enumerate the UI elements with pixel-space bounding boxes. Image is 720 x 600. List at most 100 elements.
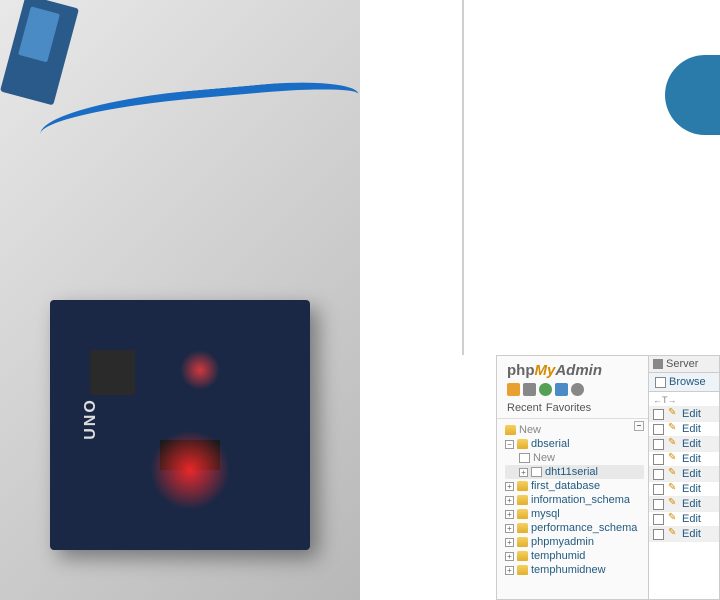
new-table-label: New [533, 452, 555, 464]
pma-main-panel: Server Browse ←T→ Edit Edit Edit Edit Edit Ed… [649, 356, 719, 599]
pencil-icon [668, 484, 678, 494]
pencil-icon [668, 499, 678, 509]
tree-expand-icon[interactable]: + [505, 566, 514, 575]
tree-collapse-icon[interactable]: − [505, 440, 514, 449]
tree-expand-icon[interactable]: + [505, 510, 514, 519]
table-row: Edit [649, 452, 719, 467]
edit-link[interactable]: Edit [682, 528, 701, 540]
board-label: UNO [82, 398, 100, 440]
table-row: Edit [649, 437, 719, 452]
tree-expand-icon[interactable]: + [505, 496, 514, 505]
tree-db-information_schema[interactable]: + information_schema [505, 493, 644, 507]
edit-link[interactable]: Edit [682, 423, 701, 435]
microcontroller-chip [90, 350, 135, 395]
help-icon[interactable] [539, 383, 552, 396]
pencil-icon [668, 439, 678, 449]
reload-icon[interactable] [571, 383, 584, 396]
logo-php: php [507, 362, 535, 379]
pencil-icon [668, 454, 678, 464]
docs-icon[interactable] [555, 383, 568, 396]
row-checkbox[interactable] [653, 469, 664, 480]
tree-new-db[interactable]: New [505, 423, 644, 437]
table-icon [531, 467, 542, 477]
new-db-label: New [519, 424, 541, 436]
row-checkbox[interactable] [653, 514, 664, 525]
db-label: temphumid [531, 550, 585, 562]
row-checkbox[interactable] [653, 454, 664, 465]
browse-label: Browse [669, 376, 706, 388]
db-label: dbserial [531, 438, 570, 450]
row-checkbox[interactable] [653, 409, 664, 420]
pencil-icon [668, 469, 678, 479]
sidebar-tabs: Recent Favorites [497, 400, 648, 419]
table-row: Edit [649, 527, 719, 542]
row-checkbox[interactable] [653, 499, 664, 510]
db-label: first_database [531, 480, 600, 492]
new-table-icon [519, 453, 530, 463]
tree-db-temphumidnew[interactable]: + temphumidnew [505, 563, 644, 577]
tree-expand-icon[interactable]: + [505, 538, 514, 547]
pencil-icon [668, 424, 678, 434]
collapse-button[interactable]: − [634, 421, 644, 431]
tab-recent[interactable]: Recent [507, 402, 542, 414]
server-icon [653, 359, 663, 369]
tab-favorites[interactable]: Favorites [546, 402, 591, 414]
table-row: Edit [649, 467, 719, 482]
phpmyadmin-window: phpMyAdmin Recent Favorites − New − [496, 355, 720, 600]
pencil-icon [668, 529, 678, 539]
tree-db-performance_schema[interactable]: + performance_schema [505, 521, 644, 535]
sql-icon[interactable] [523, 383, 536, 396]
tab-browse[interactable]: Browse [649, 373, 719, 392]
table-row: Edit [649, 482, 719, 497]
edit-link[interactable]: Edit [682, 513, 701, 525]
tree-db-mysql[interactable]: + mysql [505, 507, 644, 521]
db-icon [517, 439, 528, 449]
row-checkbox[interactable] [653, 439, 664, 450]
db-label: phpmyadmin [531, 536, 594, 548]
logo-shape [665, 55, 720, 135]
table-row: Edit [649, 407, 719, 422]
led-glow-small [180, 350, 220, 390]
led-glow-main [150, 430, 230, 510]
row-checkbox[interactable] [653, 484, 664, 495]
tree-db-temphumid[interactable]: + temphumid [505, 549, 644, 563]
tree-db-first_database[interactable]: + first_database [505, 479, 644, 493]
home-icon[interactable] [507, 383, 520, 396]
edit-link[interactable]: Edit [682, 468, 701, 480]
tree-table-dht11serial[interactable]: + dht11serial [505, 465, 644, 479]
data-table: ←T→ Edit Edit Edit Edit Edit Edit Edit Edit Edit [649, 392, 719, 542]
db-label: mysql [531, 508, 560, 520]
tree-db-phpmyadmin[interactable]: + phpmyadmin [505, 535, 644, 549]
edit-link[interactable]: Edit [682, 438, 701, 450]
db-label: temphumidnew [531, 564, 606, 576]
pencil-icon [668, 514, 678, 524]
db-icon [517, 537, 528, 547]
edit-link[interactable]: Edit [682, 408, 701, 420]
db-label: performance_schema [531, 522, 637, 534]
edit-link[interactable]: Edit [682, 453, 701, 465]
edit-link[interactable]: Edit [682, 498, 701, 510]
db-icon [517, 509, 528, 519]
edit-link[interactable]: Edit [682, 483, 701, 495]
sort-arrow-icon[interactable]: ←T→ [653, 395, 677, 405]
vertical-divider [462, 0, 464, 355]
tree-expand-icon[interactable]: + [505, 482, 514, 491]
tree-expand-icon[interactable]: + [519, 468, 528, 477]
tree-db-dbserial[interactable]: − dbserial [505, 437, 644, 451]
tree-new-table[interactable]: New [505, 451, 644, 465]
usb-cable [38, 76, 360, 164]
dht11-sensor [0, 0, 79, 105]
row-checkbox[interactable] [653, 424, 664, 435]
logo-admin: Admin [555, 362, 602, 379]
db-icon [517, 495, 528, 505]
pma-toolbar [497, 381, 648, 400]
tree-expand-icon[interactable]: + [505, 552, 514, 561]
tree-expand-icon[interactable]: + [505, 524, 514, 533]
db-icon [517, 565, 528, 575]
db-icon [517, 481, 528, 491]
browse-icon [655, 377, 666, 388]
row-checkbox[interactable] [653, 529, 664, 540]
server-breadcrumb[interactable]: Server [649, 356, 719, 373]
server-label: Server [666, 358, 698, 370]
table-row: Edit [649, 512, 719, 527]
